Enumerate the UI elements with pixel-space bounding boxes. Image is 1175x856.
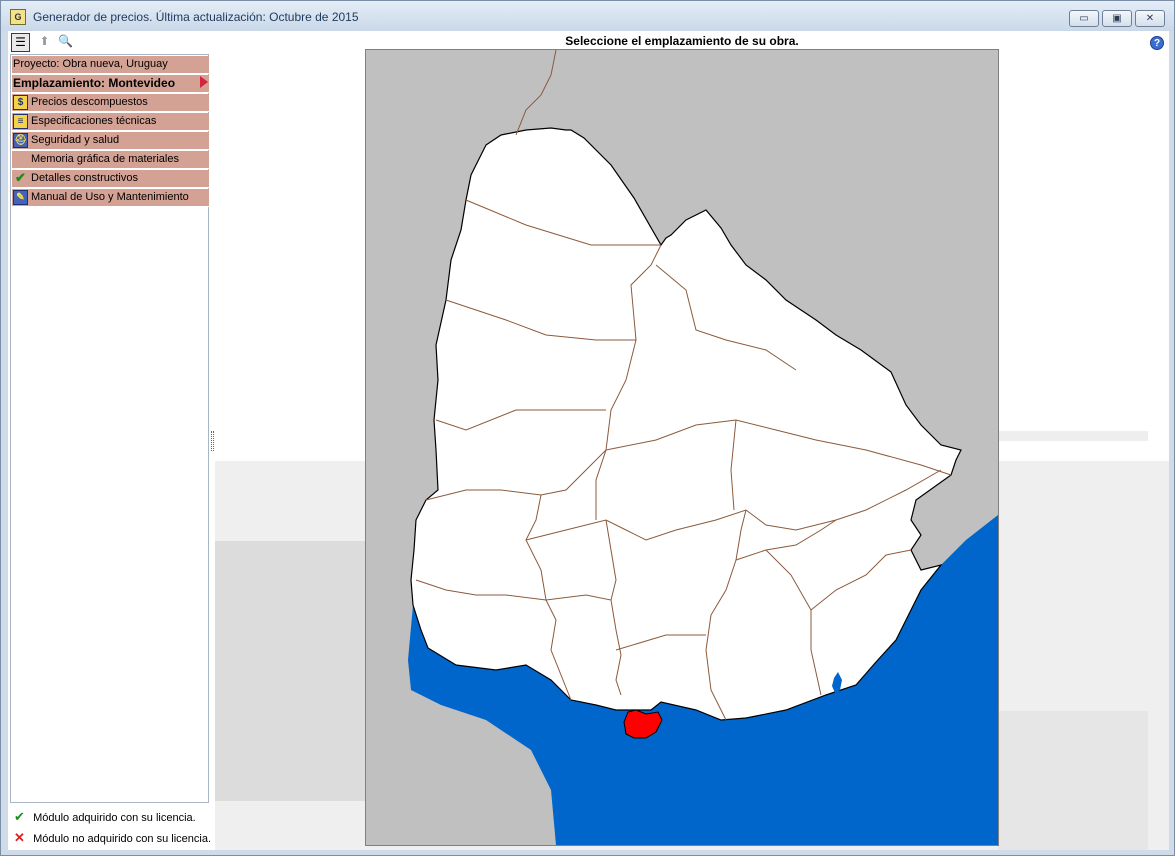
toolbar: ☰ ⬆ 🔍 — [8, 31, 218, 53]
menu-item-label: Detalles constructivos — [31, 172, 138, 184]
play-arrow-icon[interactable] — [200, 76, 208, 88]
help-icon[interactable]: ? — [1150, 36, 1164, 50]
coins-icon: $ — [13, 95, 28, 110]
map-title: Seleccione el emplazamiento de su obra. — [565, 34, 799, 48]
window-title: Generador de precios. Última actualizaci… — [33, 10, 359, 24]
maximize-button[interactable]: ▣ — [1102, 10, 1132, 27]
menu-item-seguridad[interactable]: ⛑ Seguridad y salud — [12, 132, 209, 150]
legend-acquired: ✔ Módulo adquirido con su licencia. — [14, 809, 196, 825]
background-decoration — [998, 431, 1148, 441]
document-icon: ≡ — [13, 114, 28, 129]
client-area: ☰ ⬆ 🔍 Seleccione el emplazamiento de su … — [8, 31, 1169, 850]
panel-splitter[interactable] — [211, 431, 214, 451]
background-decoration — [215, 541, 365, 801]
check-icon: ✔ — [15, 170, 26, 185]
menu-item-especificaciones[interactable]: ≡ Especificaciones técnicas — [12, 113, 209, 131]
menu-item-label: Memoria gráfica de materiales — [31, 153, 179, 165]
list-view-button[interactable]: ☰ — [11, 33, 30, 52]
menu-item-label: Manual de Uso y Mantenimiento — [31, 191, 189, 203]
legend-acquired-label: Módulo adquirido con su licencia. — [33, 812, 196, 824]
menu-item-memoria[interactable]: Memoria gráfica de materiales — [12, 151, 209, 169]
location-map[interactable] — [365, 49, 999, 846]
up-arrow-icon[interactable]: ⬆ — [35, 33, 54, 52]
cross-icon: ✕ — [14, 830, 25, 845]
title-bar[interactable]: G Generador de precios. Última actualiza… — [1, 1, 1174, 31]
project-label: Proyecto: Obra nueva, Uruguay — [13, 58, 168, 70]
menu-item-manual[interactable]: ✎ Manual de Uso y Mantenimiento — [12, 189, 209, 207]
minimize-button[interactable]: ▭ — [1069, 10, 1099, 27]
legend-not-acquired-label: Módulo no adquirido con su licencia. — [33, 833, 212, 845]
project-item[interactable]: Proyecto: Obra nueva, Uruguay — [12, 56, 209, 74]
license-legend: ✔ Módulo adquirido con su licencia. ✕ Mó… — [10, 803, 211, 849]
menu-item-detalles[interactable]: ✔ Detalles constructivos — [12, 170, 209, 188]
helmet-icon: ⛑ — [13, 133, 28, 148]
application-window: G Generador de precios. Última actualiza… — [0, 0, 1175, 856]
location-label: Emplazamiento: Montevideo — [13, 76, 176, 90]
menu-item-precios[interactable]: $ Precios descompuestos — [12, 94, 209, 112]
app-icon[interactable]: G — [10, 9, 26, 25]
left-panel: Proyecto: Obra nueva, Uruguay Emplazamie… — [10, 54, 209, 803]
location-item[interactable]: Emplazamiento: Montevideo — [12, 75, 209, 93]
background-decoration — [998, 711, 1148, 850]
legend-not-acquired: ✕ Módulo no adquirido con su licencia. — [14, 830, 211, 846]
tools-icon: ✎ — [13, 190, 28, 205]
menu-item-label: Especificaciones técnicas — [31, 115, 157, 127]
check-icon: ✔ — [14, 809, 25, 824]
close-button[interactable]: ✕ — [1135, 10, 1165, 27]
menu-item-label: Seguridad y salud — [31, 134, 120, 146]
uruguay-map[interactable] — [366, 50, 998, 845]
menu-item-label: Precios descompuestos — [31, 96, 148, 108]
binoculars-icon[interactable]: 🔍 — [56, 33, 75, 52]
